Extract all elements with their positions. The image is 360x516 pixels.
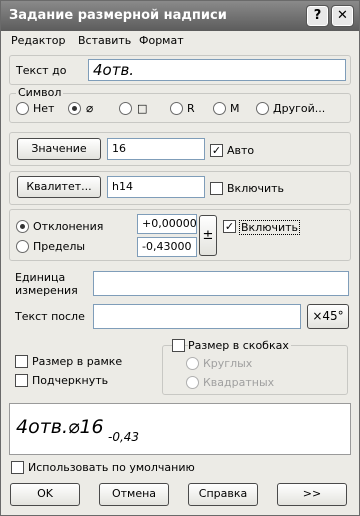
frame-checkbox[interactable] — [15, 355, 28, 368]
symbol-none-label: Нет — [33, 102, 55, 115]
diameter-icon: ⌀ — [86, 101, 94, 115]
underline-checkbox[interactable] — [15, 374, 28, 387]
unit-label: Единица измерения — [15, 271, 78, 297]
auto-checkbox[interactable]: ✓ — [210, 144, 223, 157]
ok-button[interactable]: OK — [10, 483, 80, 506]
help-title-button[interactable]: ? — [306, 5, 329, 27]
plus-minus-button[interactable]: ± — [199, 215, 217, 256]
close-icon[interactable]: ✕ — [331, 5, 354, 27]
square-brackets-radio[interactable] — [186, 376, 199, 389]
text-before-input[interactable]: 4отв. — [88, 59, 346, 81]
menu-insert[interactable]: Вставить — [78, 34, 131, 47]
limits-label: Пределы — [33, 240, 86, 253]
preview-tolerance-text: -0,43 — [108, 430, 140, 444]
preview-box: 4отв.⌀16 -0,43 — [9, 403, 351, 455]
more-button[interactable]: >> — [277, 483, 347, 506]
menu-bar: Редактор Вставить Формат — [1, 34, 359, 52]
auto-label: Авто — [227, 144, 255, 157]
qualitet-enable-label: Включить — [227, 182, 285, 195]
symbol-square-radio[interactable] — [119, 102, 132, 115]
menu-editor[interactable]: Редактор — [11, 34, 66, 47]
dimension-text-dialog: Задание размерной надписи ? ✕ Редактор В… — [0, 0, 360, 516]
round-brackets-label: Круглых — [203, 357, 253, 370]
use-default-checkbox[interactable] — [11, 461, 24, 474]
window-title: Задание размерной надписи — [9, 8, 227, 23]
deviations-radio[interactable] — [16, 220, 29, 233]
brackets-label: Размер в скобках — [188, 339, 291, 352]
symbol-other-radio[interactable] — [256, 102, 269, 115]
deviations-enable-checkbox[interactable]: ✓ — [223, 220, 236, 233]
brackets-checkbox[interactable] — [172, 339, 185, 352]
deviations-enable-label: Включить — [239, 220, 301, 235]
frame-label: Размер в рамке — [32, 355, 123, 368]
help-button[interactable]: Справка — [188, 483, 258, 506]
use-default-label: Использовать по умолчанию — [28, 461, 195, 474]
qualitet-enable-checkbox[interactable] — [210, 182, 223, 195]
symbol-diameter-radio[interactable] — [68, 102, 81, 115]
text-before-panel: Текст до 4отв. — [9, 55, 351, 85]
unit-input[interactable] — [93, 271, 349, 296]
deviations-label: Отклонения — [33, 220, 104, 233]
qualitet-button[interactable]: Квалитет... — [17, 176, 101, 198]
symbol-none-radio[interactable] — [16, 102, 29, 115]
text-before-label: Текст до — [16, 64, 67, 77]
underline-label: Подчеркнуть — [32, 374, 109, 387]
preview-main-text: 4отв.⌀16 — [16, 416, 104, 438]
cancel-button[interactable]: Отмена — [99, 483, 169, 506]
round-brackets-radio[interactable] — [186, 357, 199, 370]
menu-format[interactable]: Формат — [139, 34, 184, 47]
symbol-metric-radio[interactable] — [213, 102, 226, 115]
symbol-legend: Символ — [16, 86, 64, 99]
text-after-label: Текст после — [15, 310, 85, 323]
square-brackets-label: Квадратных — [203, 376, 275, 389]
qualitet-input[interactable]: h14 — [107, 176, 205, 198]
title-bar: Задание размерной надписи ? ✕ — [1, 1, 359, 31]
limits-radio[interactable] — [16, 240, 29, 253]
angle-button[interactable]: ×45° — [307, 304, 349, 329]
upper-deviation-input[interactable]: +0,00000 — [137, 214, 197, 234]
lower-deviation-input[interactable]: -0,43000 — [137, 237, 197, 257]
symbol-other-label: Другой... — [273, 102, 326, 115]
symbol-radius-radio[interactable] — [170, 102, 183, 115]
value-button[interactable]: Значение — [17, 138, 101, 160]
symbol-radius-label: R — [187, 102, 195, 115]
value-input[interactable]: 16 — [107, 138, 205, 160]
text-after-input[interactable] — [93, 304, 301, 329]
square-icon: □ — [137, 102, 148, 115]
symbol-metric-label: M — [230, 102, 240, 115]
